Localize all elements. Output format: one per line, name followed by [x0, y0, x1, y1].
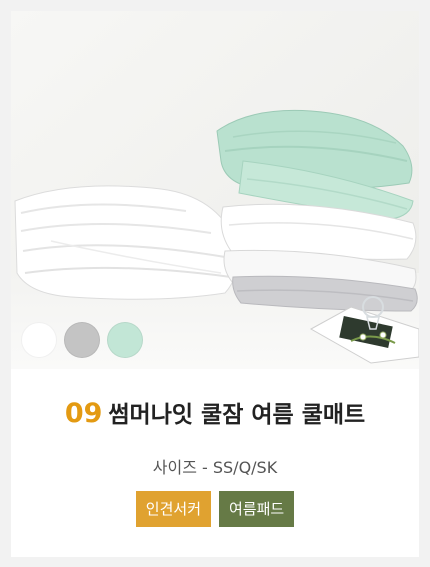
color-swatch-white[interactable]: [21, 322, 57, 358]
color-swatch-mint[interactable]: [107, 322, 143, 358]
product-title[interactable]: 09 썸머나잇 쿨잠 여름 쿨매트: [11, 395, 419, 429]
product-photo[interactable]: [11, 11, 419, 369]
product-card[interactable]: 09 썸머나잇 쿨잠 여름 쿨매트 사이즈 - SS/Q/SK 인견서커 여름패드: [11, 11, 419, 557]
tag-rayon-seersucker[interactable]: 인견서커: [135, 491, 211, 527]
color-swatches: [21, 322, 143, 358]
color-swatch-gray[interactable]: [64, 322, 100, 358]
product-number: 09: [64, 398, 103, 429]
tag-summer-pad[interactable]: 여름패드: [219, 491, 295, 527]
product-name[interactable]: 썸머나잇 쿨잠 여름 쿨매트: [108, 402, 365, 428]
tag-list: 인견서커 여름패드: [11, 491, 419, 527]
size-info: 사이즈 - SS/Q/SK: [152, 458, 278, 477]
